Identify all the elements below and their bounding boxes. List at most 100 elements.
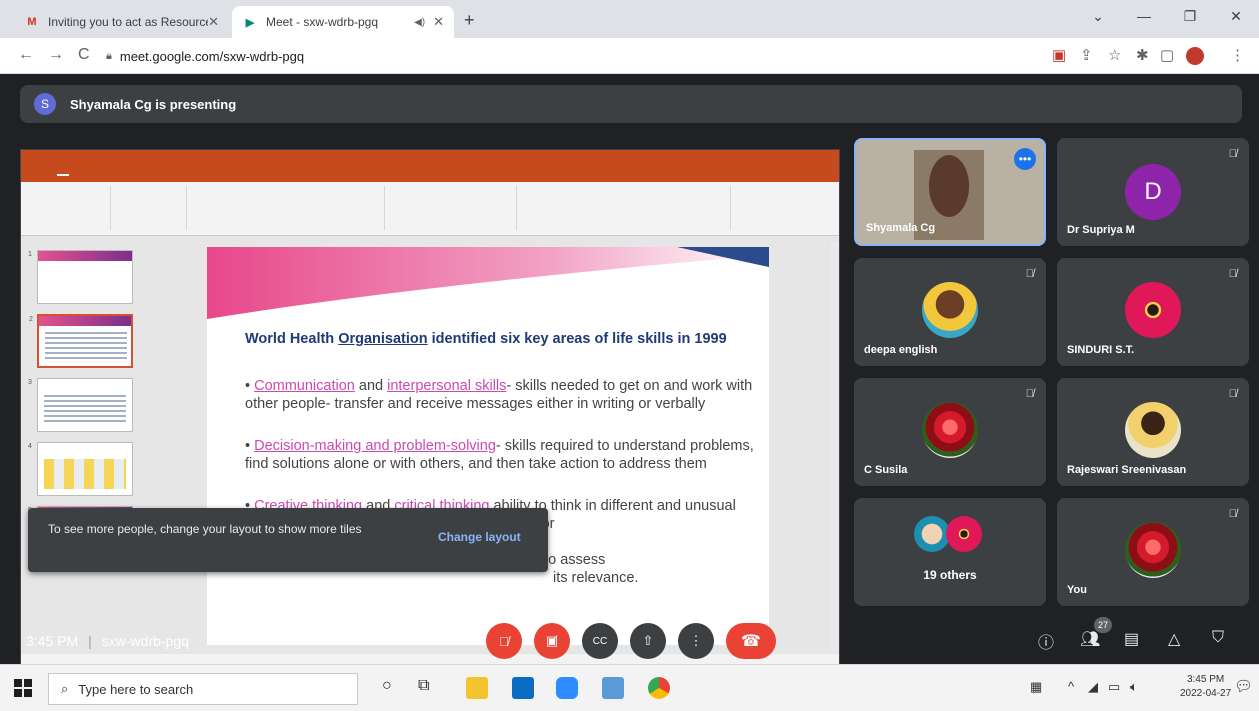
- taskbar-clock[interactable]: 3:45 PM 2022-04-27: [1180, 673, 1231, 701]
- participant-count-badge: 27: [1094, 617, 1112, 633]
- others-tile[interactable]: 19 others: [854, 498, 1046, 606]
- slide-canvas: World Health Organisation identified six…: [207, 247, 769, 645]
- slide-bullet-continuation: its relevance.: [553, 570, 639, 586]
- taskbar-search[interactable]: ⌕ Type here to search: [48, 673, 358, 705]
- share-icon[interactable]: ⇪: [1080, 46, 1093, 64]
- participant-tile[interactable]: 🎙̸ SINDURI S.T.: [1057, 258, 1249, 366]
- avatar: D: [1125, 164, 1181, 220]
- tab-search-icon[interactable]: ⌄: [1075, 0, 1121, 32]
- battery-icon[interactable]: ▭: [1108, 679, 1120, 695]
- file-explorer-icon[interactable]: [466, 677, 488, 699]
- mic-off-icon: 🎙̸: [1025, 388, 1034, 400]
- avatar: [914, 516, 950, 552]
- participant-tile[interactable]: 🎙̸ C Susila: [854, 378, 1046, 486]
- avatar: [1125, 402, 1181, 458]
- activities-icon[interactable]: △: [1168, 629, 1180, 649]
- windows-taskbar: ⌕ Type here to search ○ ⧉ ▦ ^ ◢ ▭ 🔈︎ 3:4…: [0, 664, 1259, 711]
- slide-decoration: [207, 247, 769, 319]
- tray-app-icon[interactable]: ▦: [1030, 679, 1042, 695]
- cortana-icon[interactable]: ○: [382, 677, 392, 695]
- maximize-button[interactable]: ❐: [1167, 0, 1213, 32]
- mic-off-icon: 🎙̸: [1025, 268, 1034, 280]
- zoom-icon[interactable]: [556, 677, 578, 699]
- avatar: [1125, 522, 1181, 578]
- avatar: [1125, 282, 1181, 338]
- audio-icon[interactable]: ◀): [414, 17, 425, 28]
- menu-icon[interactable]: ⋮: [1230, 46, 1245, 64]
- ppt-ribbon: [21, 182, 839, 236]
- extensions-icon[interactable]: ✱: [1136, 46, 1149, 64]
- presenting-banner: S Shyamala Cg is presenting: [20, 85, 1242, 123]
- mail-icon[interactable]: [512, 677, 534, 699]
- lock-icon: 🔒︎: [106, 49, 112, 62]
- side-panel-icon[interactable]: ▢: [1160, 46, 1174, 64]
- meet-control-bar: 3:45 PM | sxw-wdrb-pgq 🎙̸ ▣̸ CC ⇧ ⋮ ☎ ⓘ …: [0, 617, 1259, 664]
- participant-tile[interactable]: ••• Shyamala Cg: [854, 138, 1046, 246]
- camera-permission-icon[interactable]: ▣: [1052, 46, 1066, 64]
- presenter-avatar: S: [34, 93, 56, 115]
- more-options-icon[interactable]: •••: [1014, 148, 1036, 170]
- mic-off-icon: 🎙̸: [1228, 388, 1237, 400]
- avatar: [946, 516, 982, 552]
- volume-icon[interactable]: 🔈︎: [1130, 679, 1138, 695]
- slide-thumbnail[interactable]: 2: [29, 314, 133, 368]
- toast-message: To see more people, change your layout t…: [48, 522, 362, 536]
- change-layout-button[interactable]: Change layout: [438, 530, 521, 544]
- camera-toggle-button[interactable]: ▣̸: [534, 623, 570, 659]
- wifi-icon[interactable]: ◢: [1088, 679, 1098, 695]
- meet-main: S Shyamala Cg is presenting 1 2 3 4 5: [0, 75, 1259, 668]
- mic-toggle-button[interactable]: 🎙̸: [486, 623, 522, 659]
- chrome-icon[interactable]: [648, 677, 670, 699]
- participant-tile[interactable]: 🎙̸ Rajeswari Sreenivasan: [1057, 378, 1249, 486]
- more-options-button[interactable]: ⋮: [678, 623, 714, 659]
- slide-heading: World Health Organisation identified six…: [245, 331, 727, 347]
- new-tab-button[interactable]: +: [464, 10, 475, 31]
- info-icon[interactable]: ⓘ: [1038, 629, 1054, 653]
- browser-toolbar: ← → C 🔒︎ meet.google.com/sxw-wdrb-pgq ▣ …: [0, 38, 1259, 74]
- slide-thumbnail[interactable]: 1: [28, 250, 133, 304]
- meet-icon: ▶: [245, 16, 255, 29]
- avatar: [922, 282, 978, 338]
- forward-button[interactable]: →: [48, 46, 64, 64]
- search-icon: ⌕: [61, 681, 69, 696]
- close-icon[interactable]: ✕: [433, 14, 444, 30]
- meeting-info: 3:45 PM | sxw-wdrb-pgq: [26, 633, 189, 649]
- tray-chevron-icon[interactable]: ^: [1068, 679, 1074, 694]
- captions-button[interactable]: CC: [582, 623, 618, 659]
- ppt-scrollbar[interactable]: [831, 242, 839, 652]
- avatar: [922, 402, 978, 458]
- tab-meet[interactable]: ▶ Meet - sxw-wdrb-pgq ◀) ✕: [232, 6, 454, 38]
- reload-button[interactable]: C: [78, 46, 90, 64]
- close-window-button[interactable]: ✕: [1213, 0, 1259, 32]
- mic-off-icon: 🎙̸: [1228, 508, 1237, 520]
- slide-thumbnails: 1 2 3 4 5: [28, 242, 137, 652]
- back-button[interactable]: ←: [18, 46, 34, 64]
- gmail-icon: M: [27, 16, 37, 28]
- slide-thumbnail[interactable]: 4: [28, 442, 133, 496]
- participant-tile[interactable]: 🎙̸ D Dr Supriya M: [1057, 138, 1249, 246]
- notifications-icon[interactable]: 💬︎: [1234, 677, 1253, 695]
- slide-bullet: • Communication and interpersonal skills…: [245, 378, 753, 412]
- tab-gmail[interactable]: M Inviting you to act as Resource P ✕: [14, 6, 229, 38]
- shared-screen: 1 2 3 4 5 World Health Organisation iden: [20, 149, 840, 668]
- host-controls-icon[interactable]: ⛉: [1212, 629, 1224, 647]
- ppt-menu-bar: [21, 168, 839, 182]
- profile-avatar[interactable]: [1186, 47, 1204, 65]
- close-icon[interactable]: ✕: [208, 14, 219, 30]
- slide-thumbnail[interactable]: 3: [28, 378, 133, 432]
- bookmark-star-icon[interactable]: ☆: [1108, 46, 1121, 64]
- leave-call-button[interactable]: ☎: [726, 623, 776, 659]
- ppt-title-bar: [21, 150, 839, 168]
- present-button[interactable]: ⇧: [630, 623, 666, 659]
- presenting-text: Shyamala Cg is presenting: [70, 96, 237, 112]
- mic-off-icon: 🎙̸: [1228, 268, 1237, 280]
- minimize-button[interactable]: —: [1121, 0, 1167, 32]
- chat-icon[interactable]: ▤: [1124, 629, 1139, 649]
- address-bar[interactable]: 🔒︎ meet.google.com/sxw-wdrb-pgq: [106, 43, 1026, 69]
- meeting-time: 3:45 PM: [26, 633, 79, 649]
- windows-start-icon[interactable]: [14, 679, 32, 697]
- task-view-icon[interactable]: ⧉: [418, 677, 429, 695]
- participant-tile[interactable]: 🎙̸ deepa english: [854, 258, 1046, 366]
- participant-tile[interactable]: 🎙̸ You: [1057, 498, 1249, 606]
- app-icon[interactable]: [602, 677, 624, 699]
